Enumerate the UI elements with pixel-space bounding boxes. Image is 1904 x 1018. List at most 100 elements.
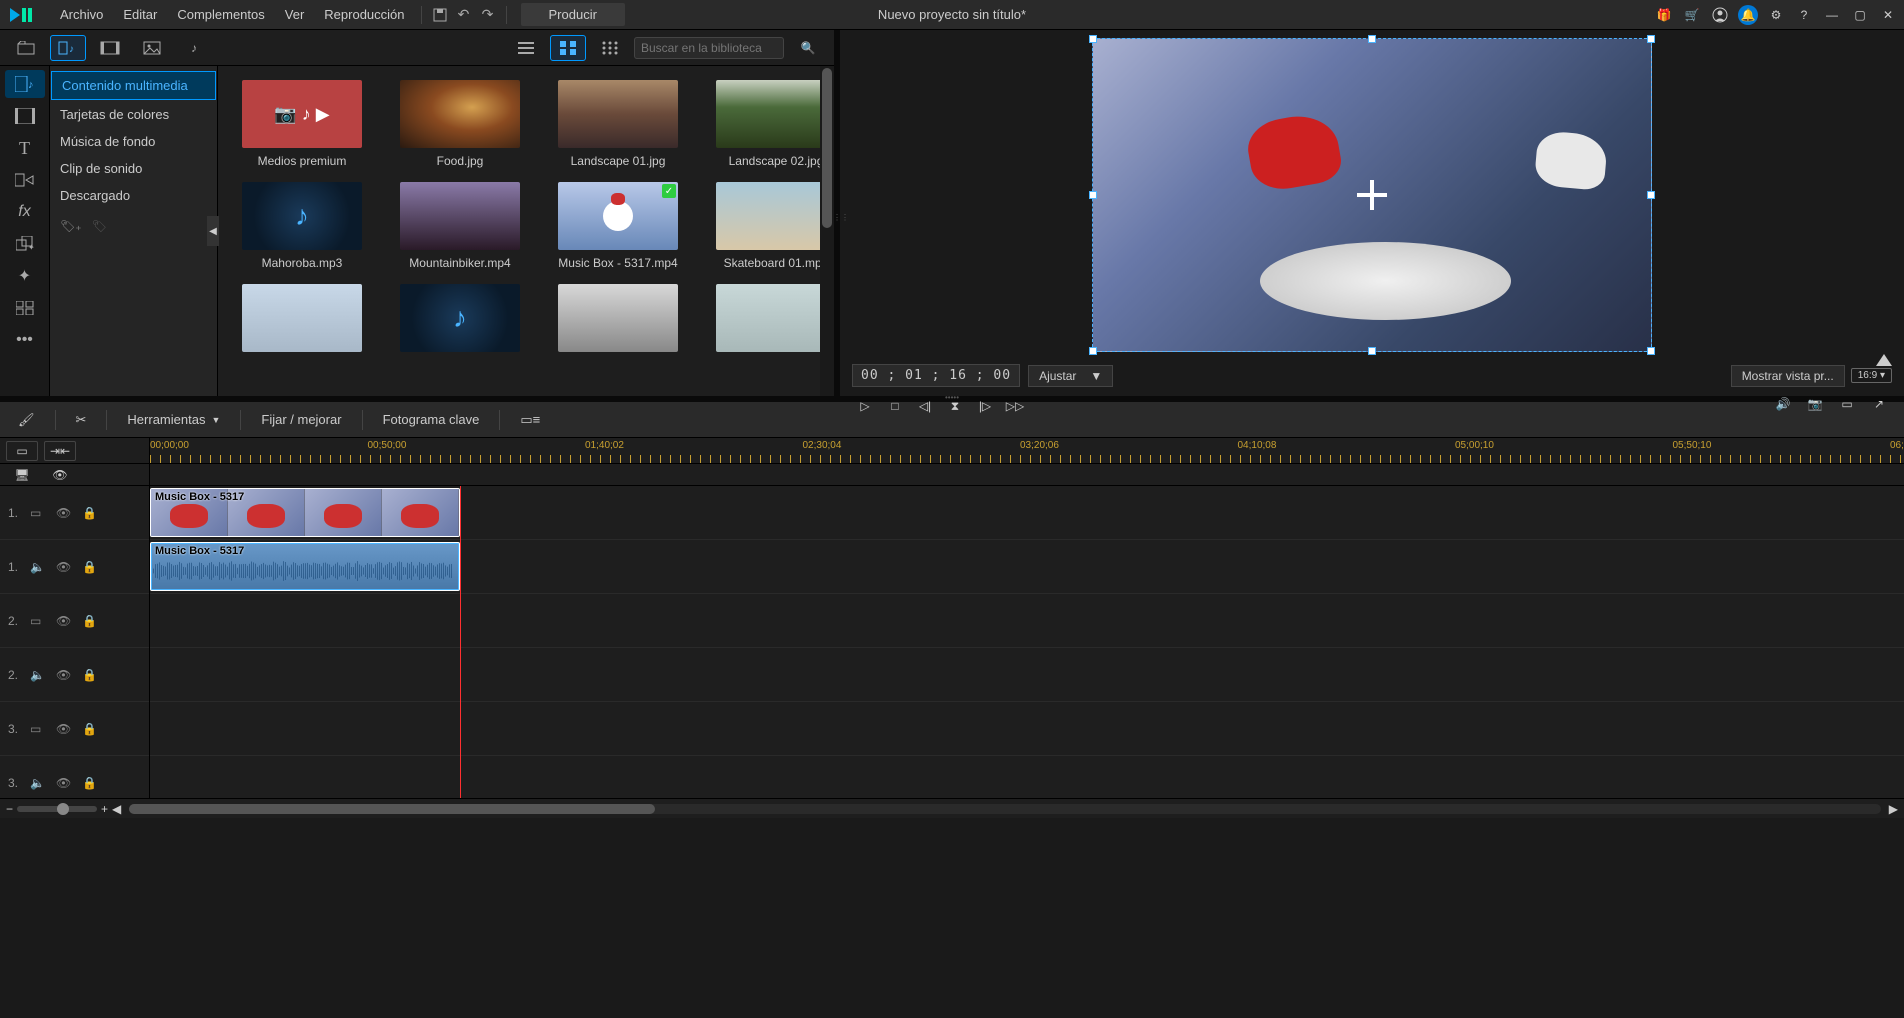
media-tile[interactable]: 📷 ♪ ▶Medios premium — [232, 80, 372, 168]
search-icon[interactable]: 🔍 — [790, 35, 826, 61]
menu-edit[interactable]: Editar — [113, 1, 167, 28]
category-item[interactable]: Música de fondo — [50, 128, 217, 155]
timeline-marker-icon[interactable]: ⇥⇤ — [44, 441, 76, 461]
stop-icon[interactable]: □ — [882, 395, 908, 417]
popout-icon[interactable]: ↗ — [1866, 393, 1892, 415]
media-thumbnail[interactable] — [558, 284, 678, 352]
filter-video-icon[interactable] — [92, 35, 128, 61]
lock-icon[interactable]: 🔒 — [82, 614, 100, 628]
preview-area[interactable] — [852, 38, 1892, 352]
dock-icon[interactable]: ▭ — [1834, 393, 1860, 415]
media-tile[interactable]: Food.jpg — [390, 80, 530, 168]
media-thumbnail[interactable] — [716, 182, 820, 250]
selection-handle[interactable] — [1089, 35, 1097, 43]
filter-media-icon[interactable]: ♪ — [50, 35, 86, 61]
media-tile[interactable]: Landscape 02.jpg — [706, 80, 820, 168]
undo-icon[interactable]: ↶ — [452, 3, 476, 27]
media-tile[interactable]: Landscape 01.jpg — [548, 80, 688, 168]
import-media-icon[interactable] — [8, 35, 44, 61]
tag-remove-icon[interactable]: 🏷 — [92, 219, 107, 233]
view-details-icon[interactable] — [592, 35, 628, 61]
selection-handle[interactable] — [1647, 191, 1655, 199]
camera-snapshot-icon[interactable]: 📷 — [1802, 393, 1828, 415]
media-tile[interactable]: Skateboard 01.mp4 — [706, 182, 820, 270]
zoom-handle[interactable] — [57, 803, 69, 815]
menu-file[interactable]: Archivo — [50, 1, 113, 28]
save-icon[interactable] — [428, 3, 452, 27]
eye-icon[interactable]: 👁 — [44, 465, 76, 485]
paint-tool-icon[interactable]: 🖌 — [10, 408, 43, 432]
audio-clip[interactable]: Music Box - 5317 — [150, 542, 460, 591]
room-overlay-icon[interactable]: ✦ — [5, 230, 45, 258]
media-thumbnail[interactable]: ✓ — [558, 182, 678, 250]
help-icon[interactable]: ? — [1794, 5, 1814, 25]
track-lane[interactable]: Music Box - 5317 — [150, 540, 1904, 594]
track-header[interactable]: 1.🔈👁🔒 — [0, 540, 149, 594]
screen-icon[interactable]: 🖥 — [6, 465, 38, 485]
media-tile[interactable]: Mountainbiker.mp4 — [390, 182, 530, 270]
center-cross-icon[interactable] — [1357, 180, 1387, 210]
filter-audio-icon[interactable]: ♪ — [176, 35, 212, 61]
gift-icon[interactable]: 🎁 — [1654, 5, 1674, 25]
selection-handle[interactable] — [1089, 347, 1097, 355]
room-template-icon[interactable] — [5, 294, 45, 322]
timecode-display[interactable]: 00 ; 01 ; 16 ; 00 — [852, 364, 1020, 387]
room-more-icon[interactable]: ••• — [5, 326, 45, 354]
fast-forward-icon[interactable]: ▷▷ — [1002, 395, 1028, 417]
eye-icon[interactable]: 👁 — [56, 668, 74, 682]
volume-icon[interactable]: 🔊 — [1770, 393, 1796, 415]
selection-handle[interactable] — [1089, 191, 1097, 199]
media-tile[interactable]: ♪Mahoroba.mp3 — [232, 182, 372, 270]
aspect-ratio-badge[interactable]: 16:9 ▾ — [1851, 368, 1892, 383]
media-thumbnail[interactable]: 📷 ♪ ▶ — [242, 80, 362, 148]
keyframe-button[interactable]: Fotograma clave — [375, 408, 488, 431]
media-tile[interactable] — [548, 284, 688, 358]
zoom-slider[interactable] — [17, 806, 97, 812]
timeline-ruler[interactable]: 00;00;0000;50;0001;40;0202;30;0403;20;06… — [150, 438, 1904, 463]
menu-playback[interactable]: Reproducción — [314, 1, 414, 28]
track-header[interactable]: 3.▭👁🔒 — [0, 702, 149, 756]
fit-dropdown[interactable]: Ajustar▼ — [1028, 365, 1113, 387]
cart-icon[interactable]: 🛒 — [1682, 5, 1702, 25]
notification-icon[interactable]: 🔔 — [1738, 5, 1758, 25]
media-thumbnail[interactable] — [716, 80, 820, 148]
next-frame-icon[interactable]: |▷ — [972, 395, 998, 417]
eye-icon[interactable]: 👁 — [56, 506, 74, 520]
selection-handle[interactable] — [1647, 347, 1655, 355]
tools-dropdown[interactable]: Herramientas▼ — [119, 408, 228, 431]
media-tile[interactable] — [232, 284, 372, 358]
media-thumbnail[interactable]: ♪ — [242, 182, 362, 250]
close-icon[interactable]: ✕ — [1878, 5, 1898, 25]
prev-frame-icon[interactable]: ◁| — [912, 395, 938, 417]
horizontal-scrollbar[interactable] — [129, 804, 1881, 814]
produce-button[interactable]: Producir — [521, 3, 625, 26]
filter-image-icon[interactable] — [134, 35, 170, 61]
eye-icon[interactable]: 👁 — [56, 560, 74, 574]
zoom-in-icon[interactable]: + — [101, 802, 108, 816]
clips-area[interactable]: Music Box - 5317 Music Box - 5317 — [150, 486, 1904, 798]
view-list-icon[interactable] — [508, 35, 544, 61]
track-lane[interactable] — [150, 756, 1904, 798]
tag-add-icon[interactable]: 🏷₊ — [60, 219, 82, 233]
video-clip[interactable]: Music Box - 5317 — [150, 488, 460, 537]
category-item[interactable]: Clip de sonido — [50, 155, 217, 182]
maximize-icon[interactable]: ▢ — [1850, 5, 1870, 25]
library-scrollbar[interactable] — [820, 66, 834, 396]
cut-tool-icon[interactable]: ✂ — [68, 408, 95, 432]
minimize-icon[interactable]: — — [1822, 5, 1842, 25]
track-header[interactable]: 3.🔈👁🔒 — [0, 756, 149, 798]
category-item[interactable]: Descargado — [50, 182, 217, 209]
play-icon[interactable]: ▷ — [852, 395, 878, 417]
track-header[interactable]: 2.▭👁🔒 — [0, 594, 149, 648]
media-thumbnail[interactable] — [400, 182, 520, 250]
track-lane[interactable] — [150, 702, 1904, 756]
marker-lane[interactable] — [150, 464, 1904, 485]
media-tile[interactable]: ✓Music Box - 5317.mp4 — [548, 182, 688, 270]
track-lane[interactable] — [150, 594, 1904, 648]
room-boards-icon[interactable] — [5, 102, 45, 130]
more-tool-icon[interactable]: ▭≡ — [512, 408, 548, 432]
selection-handle[interactable] — [1647, 35, 1655, 43]
view-grid-icon[interactable] — [550, 35, 586, 61]
eye-icon[interactable]: 👁 — [56, 614, 74, 628]
playhead[interactable] — [460, 486, 461, 798]
